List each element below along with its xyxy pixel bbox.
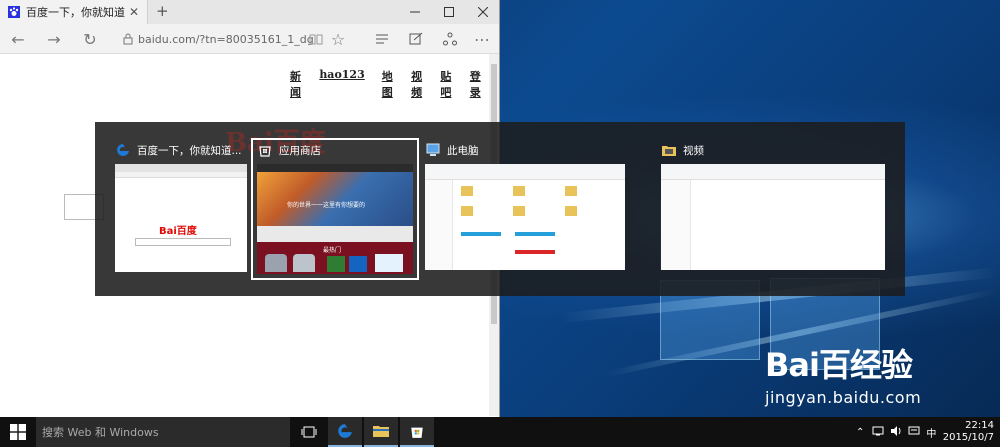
volume-icon[interactable] (890, 425, 902, 439)
browser-toolbar: ← → ↻ baidu.com/?tn=80035161_1_dg ☆ ⋯ (0, 24, 499, 54)
close-button[interactable] (466, 0, 500, 24)
nav-link-tieba[interactable]: 贴吧 (440, 68, 452, 100)
taskbar-search-box[interactable]: 搜索 Web 和 Windows (36, 417, 290, 447)
network-icon[interactable] (872, 426, 884, 439)
clock[interactable]: 22:14 2015/10/7 (943, 420, 994, 444)
browser-titlebar: 百度一下，你就知道 ✕ + (0, 0, 499, 24)
system-tray: ⌃ 中 (856, 417, 936, 447)
refresh-icon[interactable]: ↻ (80, 30, 100, 49)
notification-icon[interactable] (908, 426, 920, 439)
task-switcher: Bai百度 百度一下，你就知道... Bai百度 应用商店 你的世界一一这里有你… (95, 122, 905, 296)
web-note-icon[interactable] (406, 30, 426, 48)
nav-link-login[interactable]: 登录 (470, 68, 482, 100)
clock-time: 22:14 (965, 420, 994, 431)
more-icon[interactable]: ⋯ (472, 30, 492, 49)
nav-link-map[interactable]: 地图 (382, 68, 394, 100)
edge-icon (115, 142, 131, 158)
tab-title: 百度一下，你就知道 (26, 6, 125, 19)
switcher-card-edge[interactable]: 百度一下，你就知道... Bai百度 (115, 140, 255, 272)
clock-date: 2015/10/7 (942, 432, 994, 443)
windows-logo-icon (10, 424, 26, 440)
start-button[interactable] (0, 417, 36, 447)
taskbar-file-explorer-icon[interactable] (364, 417, 398, 447)
store-icon (257, 142, 273, 158)
baidu-jingyan-watermark: Bai百经验 jingyan.baidu.com (765, 340, 921, 407)
hub-icon[interactable] (372, 30, 392, 48)
baidu-nav-links: 新闻 hao123 地图 视频 贴吧 登录 (290, 68, 499, 100)
browser-tab[interactable]: 百度一下，你就知道 ✕ (0, 0, 148, 24)
back-arrow-icon[interactable]: ← (8, 30, 28, 49)
taskbar-edge-icon[interactable] (328, 417, 362, 447)
card-title: 百度一下，你就知道... (137, 144, 242, 157)
computer-icon (425, 142, 441, 158)
switcher-card-this-pc[interactable]: 此电脑 (425, 140, 625, 270)
switcher-card-store[interactable]: 应用商店 你的世界一一这里有你想要的 最热门 (251, 138, 419, 280)
card-title: 应用商店 (279, 144, 321, 157)
ime-indicator[interactable]: 中 (926, 425, 936, 440)
chevron-up-icon[interactable]: ⌃ (856, 427, 864, 438)
switcher-card-videos[interactable]: 视频 (661, 140, 885, 270)
share-icon[interactable] (440, 30, 460, 48)
taskbar: 搜索 Web 和 Windows ⌃ 中 22:14 2015/10/7 (0, 417, 1000, 447)
store-hero-text: 你的世界一一这里有你想要的 (287, 202, 366, 209)
new-tab-button[interactable]: + (156, 2, 169, 20)
favorite-star-icon[interactable]: ☆ (328, 30, 348, 49)
taskbar-store-icon[interactable] (400, 417, 434, 447)
card-title: 此电脑 (447, 144, 479, 157)
baidu-paw-icon (8, 6, 20, 18)
tab-close-button[interactable]: ✕ (129, 5, 139, 19)
nav-link-news[interactable]: 新闻 (290, 68, 302, 100)
nav-link-hao123[interactable]: hao123 (319, 68, 364, 100)
watermark-url: jingyan.baidu.com (765, 388, 922, 407)
minimize-button[interactable] (398, 0, 432, 24)
reading-view-icon[interactable] (306, 30, 326, 48)
forward-arrow-icon[interactable]: → (44, 30, 64, 49)
thumb-baidu-logo: Bai百度 (159, 226, 197, 237)
card-title: 视频 (683, 144, 704, 157)
watermark-logo: Bai百经验 (765, 346, 913, 384)
nav-link-video[interactable]: 视频 (411, 68, 423, 100)
maximize-button[interactable] (432, 0, 466, 24)
store-section-label: 最热门 (323, 247, 342, 254)
task-view-icon[interactable] (292, 417, 326, 447)
folder-icon (661, 142, 677, 158)
